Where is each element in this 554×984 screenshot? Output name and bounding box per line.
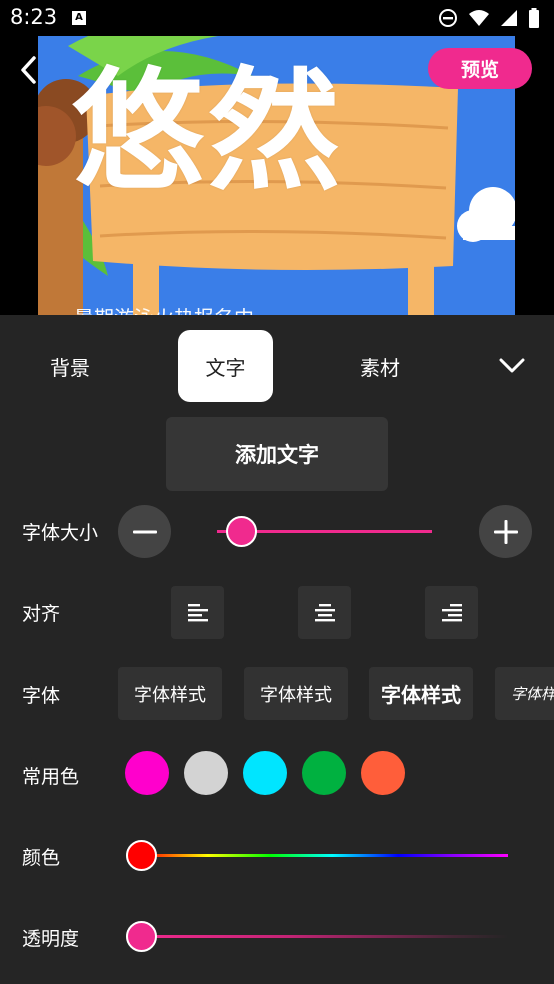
back-button[interactable] bbox=[14, 52, 46, 88]
color-hue-slider-thumb[interactable] bbox=[126, 840, 157, 871]
battery-icon bbox=[529, 8, 539, 28]
plus-icon bbox=[493, 519, 518, 544]
status-icons bbox=[438, 8, 540, 28]
collapse-panel-button[interactable] bbox=[493, 351, 531, 381]
notification-icon: A bbox=[72, 11, 86, 25]
poster-preview: 悠然 暑期游泳火热报名中 预览 bbox=[0, 36, 554, 315]
opacity-slider-track[interactable] bbox=[142, 935, 508, 938]
increase-font-size-button[interactable] bbox=[479, 505, 532, 558]
align-center-button[interactable] bbox=[298, 586, 351, 639]
do-not-disturb-icon bbox=[439, 9, 457, 27]
color-swatch-gray[interactable] bbox=[184, 751, 228, 795]
wifi-icon bbox=[469, 10, 489, 26]
poster-title[interactable]: 悠然 bbox=[72, 66, 344, 198]
opacity-slider-thumb[interactable] bbox=[126, 921, 157, 952]
color-swatch-magenta[interactable] bbox=[125, 751, 169, 795]
status-time: 8:23 bbox=[10, 5, 58, 29]
alignment-label: 对齐 bbox=[22, 603, 61, 625]
text-edit-panel: 背景 文字 素材 添加文字 字体大小 对齐 字体 字体样式 字体样式 字体样式 … bbox=[0, 315, 554, 984]
tab-text[interactable]: 文字 bbox=[178, 330, 273, 402]
common-colors-label: 常用色 bbox=[22, 766, 80, 788]
tab-material[interactable]: 素材 bbox=[340, 330, 420, 402]
add-text-button[interactable]: 添加文字 bbox=[166, 417, 388, 491]
color-swatch-green[interactable] bbox=[302, 751, 346, 795]
color-hue-slider-track[interactable] bbox=[142, 854, 508, 857]
align-left-icon bbox=[187, 603, 208, 621]
tab-background[interactable]: 背景 bbox=[30, 330, 110, 402]
minus-icon bbox=[132, 530, 157, 533]
color-swatch-orange[interactable] bbox=[361, 751, 405, 795]
align-center-icon bbox=[314, 603, 335, 621]
color-label: 颜色 bbox=[22, 847, 61, 869]
font-size-label: 字体大小 bbox=[22, 522, 99, 544]
font-style-option-4[interactable]: 字体样 bbox=[495, 667, 554, 720]
preview-button[interactable]: 预览 bbox=[428, 48, 532, 89]
poster-subtitle[interactable]: 暑期游泳火热报名中 bbox=[74, 302, 254, 315]
decrease-font-size-button[interactable] bbox=[118, 505, 171, 558]
opacity-label: 透明度 bbox=[22, 928, 80, 950]
color-swatch-cyan[interactable] bbox=[243, 751, 287, 795]
font-style-option-1[interactable]: 字体样式 bbox=[118, 667, 222, 720]
font-size-slider-thumb[interactable] bbox=[226, 516, 257, 547]
align-left-button[interactable] bbox=[171, 586, 224, 639]
font-style-option-2[interactable]: 字体样式 bbox=[244, 667, 348, 720]
signal-icon bbox=[501, 10, 517, 26]
status-bar: 8:23 A bbox=[0, 0, 554, 36]
align-right-button[interactable] bbox=[425, 586, 478, 639]
font-style-option-3[interactable]: 字体样式 bbox=[369, 667, 473, 720]
chevron-left-icon bbox=[21, 56, 36, 84]
chevron-down-icon bbox=[499, 358, 525, 373]
font-label: 字体 bbox=[22, 685, 61, 707]
align-right-icon bbox=[441, 603, 462, 621]
